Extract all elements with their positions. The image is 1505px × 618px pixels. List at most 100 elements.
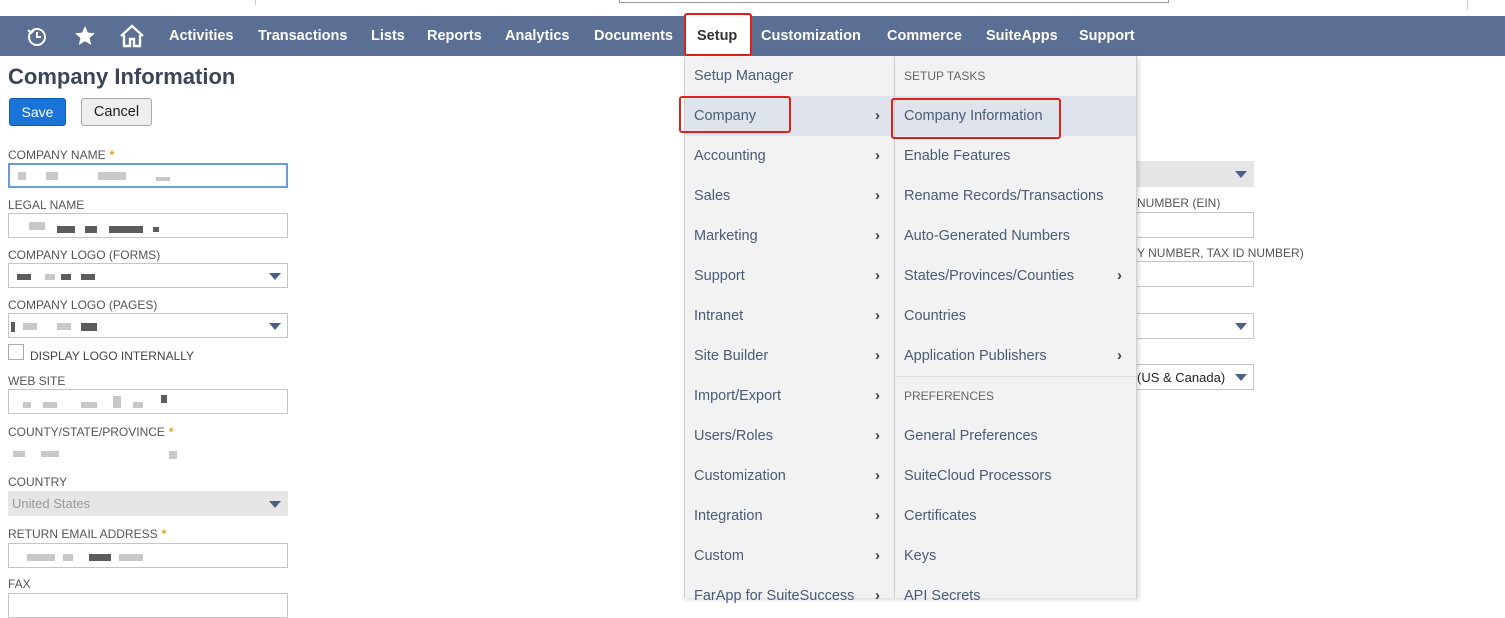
return-email-label: RETURN EMAIL ADDRESS *: [8, 527, 167, 541]
chevron-right-icon: ›: [875, 387, 880, 404]
fax-input[interactable]: [8, 593, 288, 618]
legal-name-label: LEGAL NAME: [8, 198, 85, 212]
divider: [255, 0, 256, 5]
menu-item-site-builder[interactable]: Site Builder ›: [685, 336, 894, 376]
chevron-right-icon: ›: [875, 587, 880, 604]
submenu-item-rename-records[interactable]: Rename Records/Transactions: [895, 176, 1136, 216]
ein-input[interactable]: [1136, 212, 1254, 238]
chevron-right-icon: ›: [1117, 267, 1122, 284]
chevron-down-icon: [269, 323, 281, 330]
county-input[interactable]: [8, 440, 288, 465]
menu-item-farapp[interactable]: FarApp for SuiteSuccess ›: [685, 576, 894, 616]
submenu-item-countries[interactable]: Countries: [895, 296, 1136, 336]
submenu-item-states-provinces[interactable]: States/Provinces/Counties ›: [895, 256, 1136, 296]
return-email-input[interactable]: [8, 543, 288, 568]
nav-documents[interactable]: Documents: [594, 16, 673, 56]
taxid-input[interactable]: [1136, 261, 1254, 287]
nav-reports[interactable]: Reports: [427, 16, 482, 56]
timezone-select[interactable]: (US & Canada): [1136, 364, 1254, 390]
page-title: Company Information: [8, 64, 236, 89]
chevron-right-icon: ›: [875, 347, 880, 364]
submenu-item-enable-features[interactable]: Enable Features: [895, 136, 1136, 176]
submenu-item-api-secrets[interactable]: API Secrets: [895, 576, 1136, 616]
chevron-right-icon: ›: [875, 107, 880, 124]
chevron-right-icon: ›: [875, 227, 880, 244]
menu-item-marketing[interactable]: Marketing ›: [685, 216, 894, 256]
subsidiary-select[interactable]: [1136, 161, 1254, 187]
company-highlight-box: [679, 96, 791, 133]
submenu-item-application-publishers[interactable]: Application Publishers ›: [895, 336, 1136, 376]
display-logo-label: DISPLAY LOGO INTERNALLY: [30, 349, 195, 363]
country-label: COUNTRY: [8, 475, 68, 489]
chevron-right-icon: ›: [875, 307, 880, 324]
star-icon[interactable]: [72, 24, 98, 48]
website-label: WEB SITE: [8, 374, 66, 388]
chevron-down-icon: [1235, 323, 1247, 330]
taxid-label: Y NUMBER, TAX ID NUMBER): [1137, 246, 1304, 260]
chevron-down-icon: [1235, 374, 1247, 381]
required-mark: *: [161, 527, 167, 541]
nav-customization[interactable]: Customization: [761, 16, 861, 56]
chevron-right-icon: ›: [875, 267, 880, 284]
menu-item-intranet[interactable]: Intranet ›: [685, 296, 894, 336]
currency-select[interactable]: [1136, 313, 1254, 339]
menu-item-customization[interactable]: Customization ›: [685, 456, 894, 496]
global-search-input[interactable]: [619, 0, 1169, 3]
legal-name-input[interactable]: [8, 213, 288, 238]
country-value: United States: [12, 496, 91, 511]
submenu-item-general-preferences[interactable]: General Preferences: [895, 416, 1136, 456]
menu-item-users-roles[interactable]: Users/Roles ›: [685, 416, 894, 456]
submenu-item-suitecloud-processors[interactable]: SuiteCloud Processors: [895, 456, 1136, 496]
chevron-down-icon: [269, 273, 281, 280]
main-navbar: Activities Transactions Lists Reports An…: [0, 16, 1505, 56]
home-icon[interactable]: [119, 24, 145, 48]
company-name-input[interactable]: [8, 163, 288, 188]
setup-tasks-header: SETUP TASKS: [904, 69, 986, 83]
cancel-button[interactable]: Cancel: [81, 98, 152, 126]
menu-item-setup-manager[interactable]: Setup Manager: [685, 56, 894, 96]
timezone-value: (US & Canada): [1137, 370, 1226, 385]
nav-setup[interactable]: Setup: [697, 16, 737, 56]
chevron-right-icon: ›: [875, 467, 880, 484]
menu-item-import-export[interactable]: Import/Export ›: [685, 376, 894, 416]
nav-support[interactable]: Support: [1079, 16, 1135, 56]
logo-pages-select[interactable]: [8, 313, 288, 338]
save-button[interactable]: Save: [9, 98, 66, 126]
nav-suiteapps[interactable]: SuiteApps: [986, 16, 1058, 56]
submenu-item-keys[interactable]: Keys: [895, 536, 1136, 576]
chevron-down-icon: [269, 501, 281, 508]
top-strip: [0, 0, 1505, 16]
submenu-item-certificates[interactable]: Certificates: [895, 496, 1136, 536]
menu-item-support[interactable]: Support ›: [685, 256, 894, 296]
logo-forms-select[interactable]: [8, 263, 288, 288]
chevron-right-icon: ›: [875, 427, 880, 444]
recent-icon[interactable]: [24, 24, 50, 48]
logo-pages-label: COMPANY LOGO (PAGES): [8, 298, 158, 312]
menu-item-sales[interactable]: Sales ›: [685, 176, 894, 216]
chevron-right-icon: ›: [1117, 347, 1122, 364]
display-logo-checkbox[interactable]: [8, 344, 24, 360]
chevron-right-icon: ›: [875, 547, 880, 564]
nav-analytics[interactable]: Analytics: [505, 16, 569, 56]
nav-commerce[interactable]: Commerce: [887, 16, 962, 56]
county-label: COUNTY/STATE/PROVINCE *: [8, 425, 174, 439]
chevron-right-icon: ›: [875, 187, 880, 204]
chevron-right-icon: ›: [875, 147, 880, 164]
chevron-right-icon: ›: [875, 507, 880, 524]
setup-menu: Setup Manager Company › Accounting › Sales…: [684, 56, 894, 604]
submenu-item-auto-generated-numbers[interactable]: Auto-Generated Numbers: [895, 216, 1136, 256]
nav-lists[interactable]: Lists: [371, 16, 405, 56]
website-input[interactable]: [8, 389, 288, 414]
preferences-header: PREFERENCES: [904, 389, 995, 403]
nav-transactions[interactable]: Transactions: [258, 16, 347, 56]
nav-activities[interactable]: Activities: [169, 16, 233, 56]
menu-item-accounting[interactable]: Accounting ›: [685, 136, 894, 176]
company-information-highlight-box: [891, 98, 1061, 139]
menu-item-custom[interactable]: Custom ›: [685, 536, 894, 576]
menu-item-integration[interactable]: Integration ›: [685, 496, 894, 536]
company-name-label: COMPANY NAME *: [8, 148, 115, 162]
required-mark: *: [168, 425, 174, 439]
logo-forms-label: COMPANY LOGO (FORMS): [8, 248, 161, 262]
required-mark: *: [109, 148, 115, 162]
country-select: United States: [8, 491, 288, 516]
